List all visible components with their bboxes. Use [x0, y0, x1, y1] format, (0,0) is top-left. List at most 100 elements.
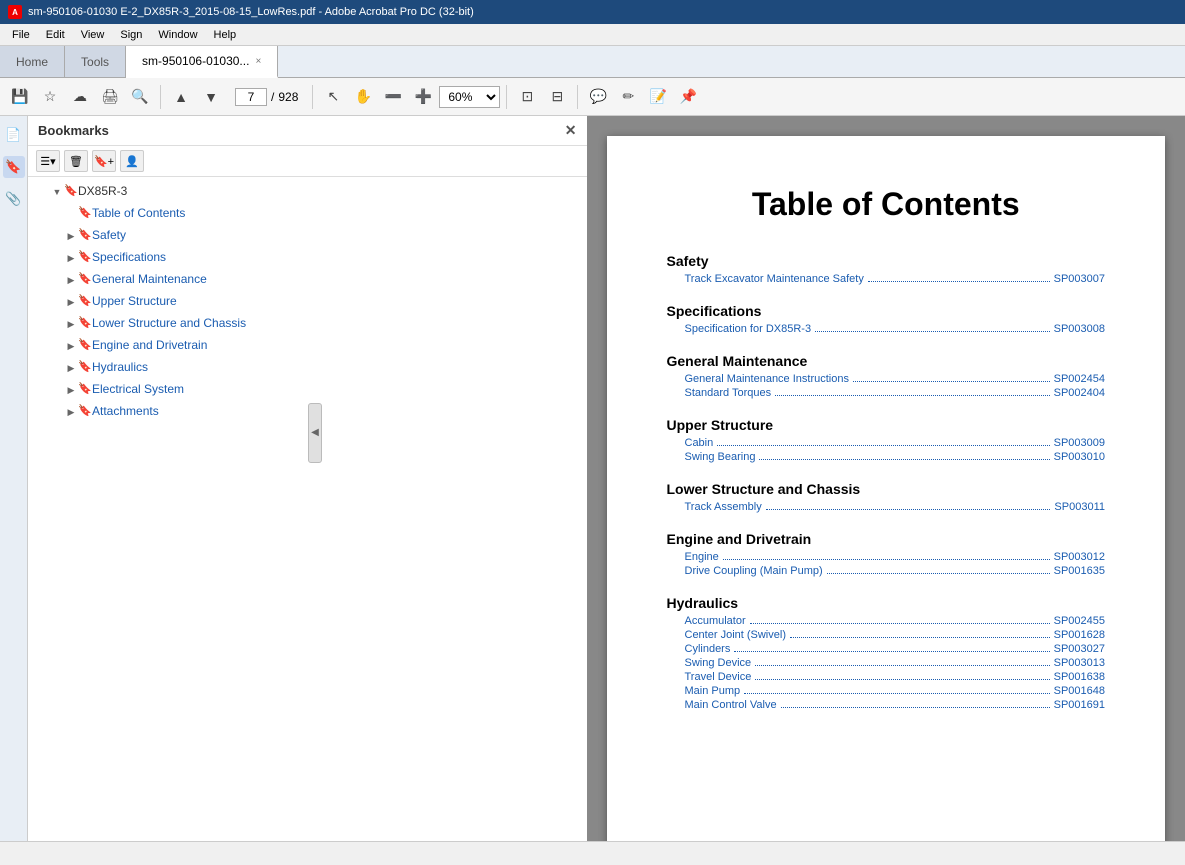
menu-sign[interactable]: Sign	[112, 27, 150, 43]
toc-entry-safety-1[interactable]: Track Excavator Maintenance Safety SP003…	[685, 273, 1106, 285]
bookmark-general-maintenance-toggle[interactable]: ▶	[64, 271, 78, 289]
pdf-content-area[interactable]: ◀ Table of Contents Safety Track Excavat…	[587, 116, 1185, 841]
tab-home[interactable]: Home	[0, 46, 65, 77]
toc-entry-hy-1[interactable]: Accumulator SP002455	[685, 615, 1106, 627]
nav-icon-pages[interactable]: 📄	[3, 124, 25, 146]
tab-home-label: Home	[16, 55, 48, 69]
toc-page-hy-4: SP003013	[1054, 657, 1105, 669]
bookmark-item-toc[interactable]: ▶ 🔖 Table of Contents	[28, 203, 587, 225]
bookmark-item-lower-structure[interactable]: ▶ 🔖 Lower Structure and Chassis	[28, 313, 587, 335]
left-icon-strip: 📄 🔖 📎	[0, 116, 28, 841]
bookmark-root-toggle[interactable]: ▼	[50, 183, 64, 201]
bookmark-electrical-toggle[interactable]: ▶	[64, 381, 78, 399]
toolbar-separator-4	[577, 85, 578, 109]
bookmark-item-safety[interactable]: ▶ 🔖 Safety	[28, 225, 587, 247]
find-button[interactable]: 🔍	[126, 83, 154, 111]
bookmark-root-item[interactable]: ▼ 🔖 DX85R-3	[28, 181, 587, 203]
comment-button[interactable]: 💬	[584, 83, 612, 111]
toc-entry-en-1[interactable]: Engine SP003012	[685, 551, 1106, 563]
toc-entry-hy-7[interactable]: Main Control Valve SP001691	[685, 699, 1106, 711]
menu-window[interactable]: Window	[150, 27, 205, 43]
bookmark-upper-structure-toggle[interactable]: ▶	[64, 293, 78, 311]
bookmark-item-engine[interactable]: ▶ 🔖 Engine and Drivetrain	[28, 335, 587, 357]
toc-entry-us-2[interactable]: Swing Bearing SP003010	[685, 451, 1106, 463]
toc-entry-hy-4[interactable]: Swing Device SP003013	[685, 657, 1106, 669]
bookmark-item-hydraulics[interactable]: ▶ 🔖 Hydraulics	[28, 357, 587, 379]
page-navigation: / 928	[235, 88, 298, 106]
toc-entry-hy-3[interactable]: Cylinders SP003027	[685, 643, 1106, 655]
zoom-select[interactable]: 60% 75% 100% 125% 150%	[439, 86, 500, 108]
toc-dots-hy-6	[744, 693, 1049, 694]
stamp-button[interactable]: 📌	[674, 83, 702, 111]
hand-tool-button[interactable]: ✋	[349, 83, 377, 111]
bookmark-new-button[interactable]: 🔖+	[92, 150, 116, 172]
fit-width-button[interactable]: ⊟	[543, 83, 571, 111]
next-page-button[interactable]: ▼	[197, 83, 225, 111]
bookmark-delete-button[interactable]: 🗑	[64, 150, 88, 172]
bookmark-tree: ▼ 🔖 DX85R-3 ▶ 🔖 Table of Contents ▶ 🔖 Sa…	[28, 177, 587, 841]
toc-entry-en-2[interactable]: Drive Coupling (Main Pump) SP001635	[685, 565, 1106, 577]
nav-icon-attachments[interactable]: 📎	[3, 188, 25, 210]
bookmark-electrical-label: Electrical System	[92, 381, 583, 398]
bookmark-lower-structure-toggle[interactable]: ▶	[64, 315, 78, 333]
toc-entry-hy-5[interactable]: Travel Device SP001638	[685, 671, 1106, 683]
menu-view[interactable]: View	[73, 27, 113, 43]
bookmark-item-electrical[interactable]: ▶ 🔖 Electrical System	[28, 379, 587, 401]
fit-page-button[interactable]: ⊡	[513, 83, 541, 111]
toc-dots-hy-1	[750, 623, 1050, 624]
bookmark-toc-label: Table of Contents	[92, 205, 583, 222]
nav-icon-bookmarks[interactable]: 🔖	[3, 156, 25, 178]
titlebar: A sm-950106-01030 E-2_DX85R-3_2015-08-15…	[0, 0, 1185, 24]
cursor-tool-button[interactable]: ↖	[319, 83, 347, 111]
prev-page-button[interactable]: ▲	[167, 83, 195, 111]
bookmark-engine-toggle[interactable]: ▶	[64, 337, 78, 355]
bookmark-specifications-toggle[interactable]: ▶	[64, 249, 78, 267]
toc-entry-spec-1-label: Specification for DX85R-3	[685, 323, 812, 335]
markup-button[interactable]: 📝	[644, 83, 672, 111]
bookmark-header: Bookmarks ✕	[28, 116, 587, 146]
print-button[interactable]: 🖨	[96, 83, 124, 111]
toc-entry-hy-2[interactable]: Center Joint (Swivel) SP001628	[685, 629, 1106, 641]
zoom-out-button[interactable]: ➖	[379, 83, 407, 111]
bookmark-lower-structure-icon: 🔖	[78, 315, 92, 333]
bookmark-search-button[interactable]: 👤	[120, 150, 144, 172]
zoom-in-button[interactable]: ➕	[409, 83, 437, 111]
page-number-input[interactable]	[235, 88, 267, 106]
toc-entry-ls-1[interactable]: Track Assembly SP003011	[685, 501, 1106, 513]
bookmark-safety-label: Safety	[92, 227, 583, 244]
bookmark-attachments-toggle[interactable]: ▶	[64, 403, 78, 421]
tab-document[interactable]: sm-950106-01030... ×	[126, 46, 278, 78]
bookmark-item-upper-structure[interactable]: ▶ 🔖 Upper Structure	[28, 291, 587, 313]
toc-page-gm-2: SP002404	[1054, 387, 1105, 399]
toc-entry-hy-6[interactable]: Main Pump SP001648	[685, 685, 1106, 697]
tab-close-button[interactable]: ×	[255, 56, 261, 67]
share-button[interactable]: ☁	[66, 83, 94, 111]
save-button[interactable]: 💾	[6, 83, 34, 111]
toc-entry-spec-1[interactable]: Specification for DX85R-3 SP003008	[685, 323, 1106, 335]
bookmark-upper-structure-icon: 🔖	[78, 293, 92, 311]
toc-section-lower-structure: Lower Structure and Chassis	[667, 481, 1106, 497]
bookmark-safety-toggle[interactable]: ▶	[64, 227, 78, 245]
bookmark-close-button[interactable]: ✕	[565, 122, 577, 139]
toc-dots-hy-2	[790, 637, 1050, 638]
bookmark-hydraulics-icon: 🔖	[78, 359, 92, 377]
toc-entry-gm-1[interactable]: General Maintenance Instructions SP00245…	[685, 373, 1106, 385]
bookmark-hydraulics-toggle[interactable]: ▶	[64, 359, 78, 377]
tab-tools[interactable]: Tools	[65, 46, 126, 77]
app-icon: A	[8, 5, 22, 19]
toc-dots-hy-3	[734, 651, 1049, 652]
highlight-button[interactable]: ✏	[614, 83, 642, 111]
menu-file[interactable]: File	[4, 27, 38, 43]
bookmark-menu-button[interactable]: ☰▾	[36, 150, 60, 172]
bookmark-general-maintenance-label: General Maintenance	[92, 271, 583, 288]
bookmark-item-specifications[interactable]: ▶ 🔖 Specifications	[28, 247, 587, 269]
bookmark-lower-structure-label: Lower Structure and Chassis	[92, 315, 583, 332]
menu-edit[interactable]: Edit	[38, 27, 73, 43]
toc-entry-gm-2[interactable]: Standard Torques SP002404	[685, 387, 1106, 399]
toc-entry-us-1[interactable]: Cabin SP003009	[685, 437, 1106, 449]
toc-dots-ls-1	[766, 509, 1051, 510]
bookmark-item-general-maintenance[interactable]: ▶ 🔖 General Maintenance	[28, 269, 587, 291]
bookmark-root-label: DX85R-3	[78, 183, 583, 200]
bookmark-add-button[interactable]: ☆	[36, 83, 64, 111]
menu-help[interactable]: Help	[206, 27, 245, 43]
